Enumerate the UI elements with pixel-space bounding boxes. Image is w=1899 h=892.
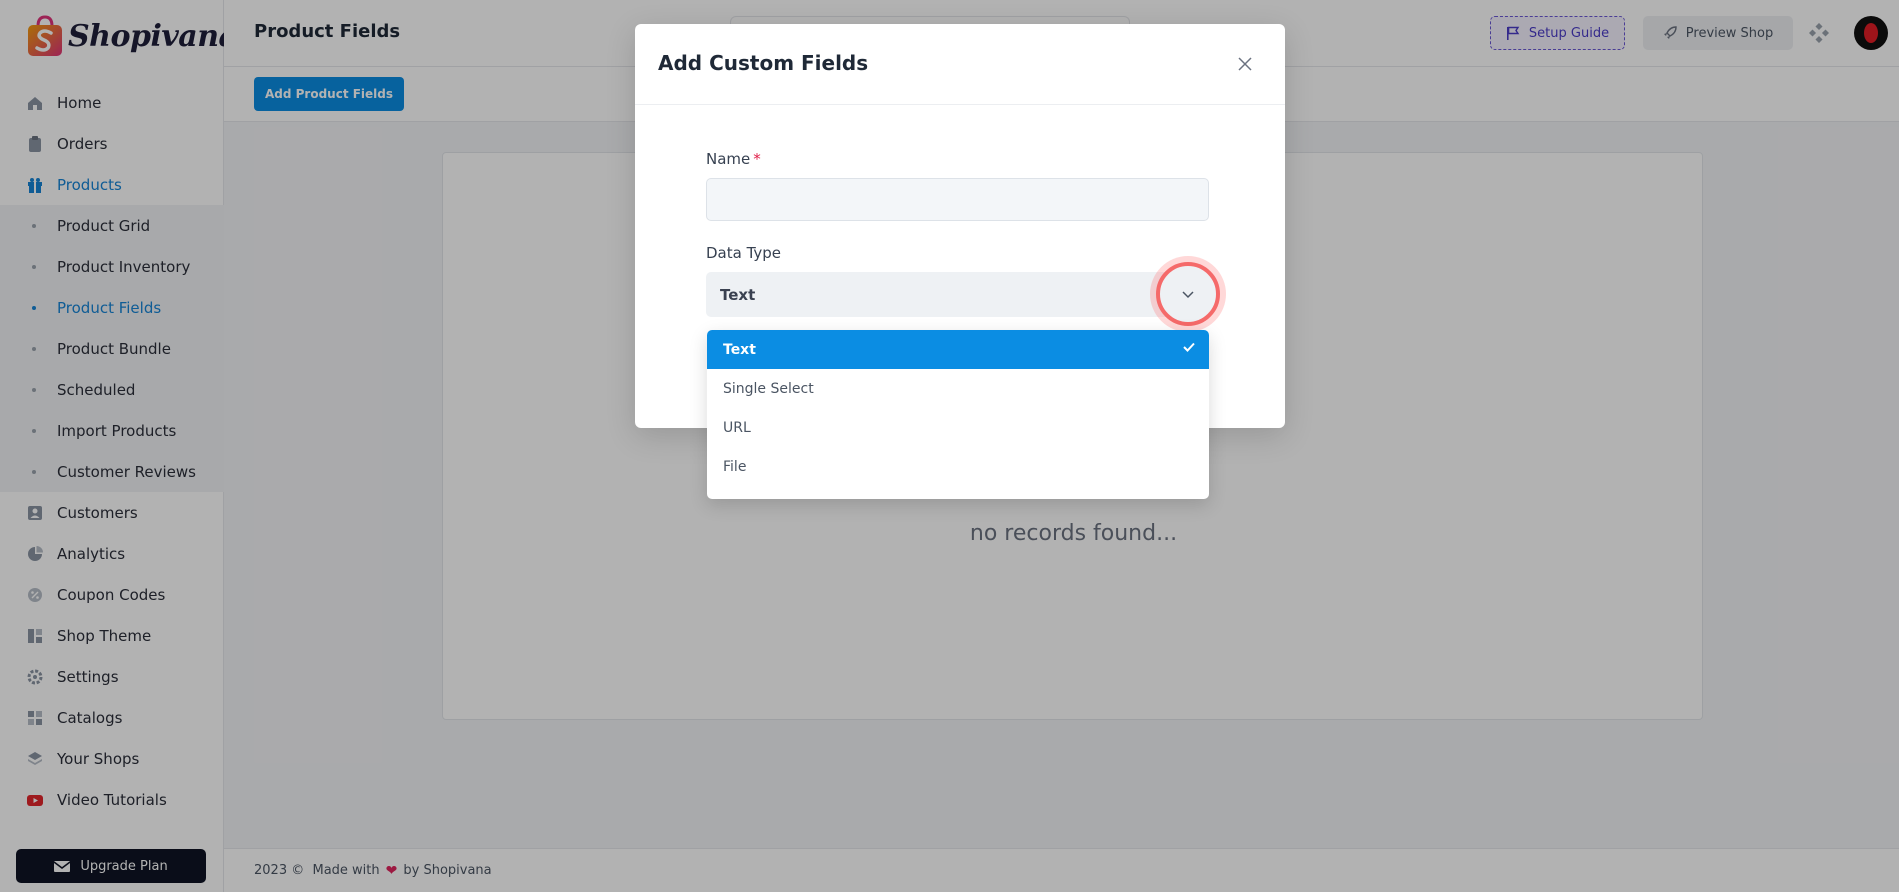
option-single-select[interactable]: Single Select (707, 369, 1209, 408)
option-label: Single Select (723, 380, 814, 397)
chevron-down-icon (1182, 291, 1194, 299)
required-asterisk: * (753, 150, 761, 168)
name-input[interactable] (706, 178, 1209, 221)
option-label: URL (723, 419, 751, 436)
close-icon[interactable] (1233, 52, 1257, 76)
select-toggle[interactable] (1156, 262, 1220, 326)
modal-header: Add Custom Fields (635, 24, 1285, 105)
data-type-dropdown: Text Single Select URL File (707, 330, 1209, 499)
modal-title: Add Custom Fields (658, 51, 869, 75)
option-url[interactable]: URL (707, 408, 1209, 447)
option-text[interactable]: Text (707, 330, 1209, 369)
option-file[interactable]: File (707, 447, 1209, 486)
option-label: File (723, 458, 747, 475)
click-indicator-ring (1150, 256, 1226, 332)
option-label: Text (723, 341, 756, 358)
check-icon (1183, 342, 1195, 352)
name-label-text: Name (706, 150, 751, 168)
data-type-select[interactable]: Text (706, 272, 1209, 317)
name-label: Name * (706, 150, 761, 168)
data-type-selected-value: Text (720, 285, 756, 304)
data-type-label: Data Type (706, 244, 782, 262)
